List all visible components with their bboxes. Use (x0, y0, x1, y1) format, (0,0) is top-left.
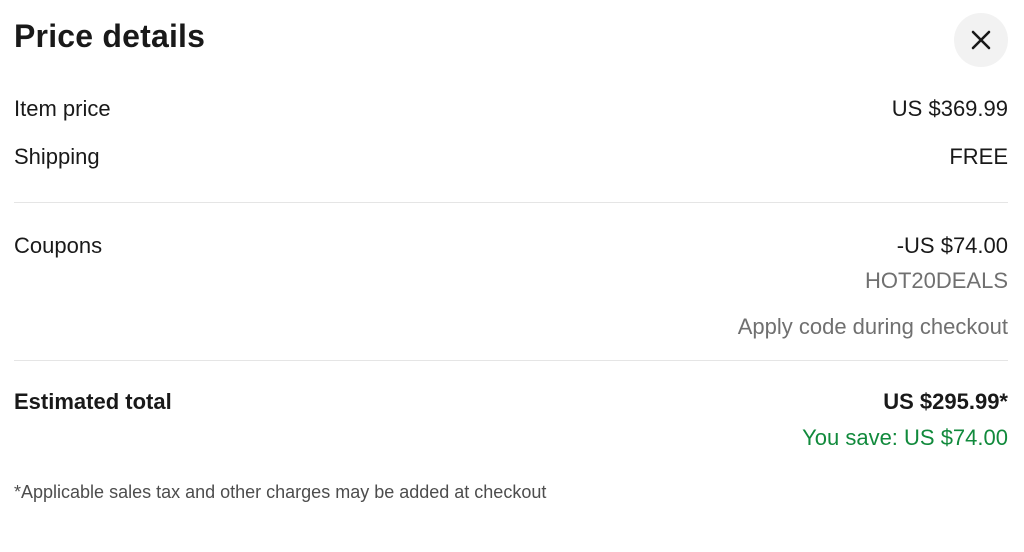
coupons-label: Coupons (14, 233, 103, 258)
shipping-label: Shipping (14, 144, 100, 169)
coupon-code: HOT20DEALS (864, 268, 1008, 293)
dialog-header: Price details (14, 0, 1008, 78)
shipping-value: FREE (949, 144, 1008, 169)
item-price-value: US $369.99 (891, 96, 1008, 121)
estimated-total-label: Estimated total (14, 389, 172, 414)
price-details-dialog: Price details Item price US $369.99 Ship… (0, 0, 1024, 552)
estimated-total-amount: US $295.99* (883, 389, 1008, 414)
coupon-amount: -US $74.00 (896, 233, 1008, 258)
coupon-details: -US $74.00 HOT20DEALS Apply code during … (738, 233, 1008, 340)
item-price-row: Item price US $369.99 (14, 96, 1008, 122)
close-icon (970, 29, 992, 51)
savings-text: You save: US $74.00 (802, 425, 1008, 450)
close-button[interactable] (954, 13, 1008, 67)
divider (14, 202, 1008, 203)
estimated-total-row: Estimated total US $295.99* You save: US… (14, 389, 1008, 451)
tax-footnote: *Applicable sales tax and other charges … (14, 482, 547, 502)
divider (14, 360, 1008, 361)
estimated-total-details: US $295.99* You save: US $74.00 (802, 389, 1008, 451)
item-price-label: Item price (14, 96, 111, 121)
shipping-row: Shipping FREE (14, 144, 1008, 170)
coupon-note: Apply code during checkout (737, 314, 1008, 339)
coupons-row: Coupons -US $74.00 HOT20DEALS Apply code… (14, 233, 1008, 340)
dialog-title: Price details (14, 18, 206, 54)
